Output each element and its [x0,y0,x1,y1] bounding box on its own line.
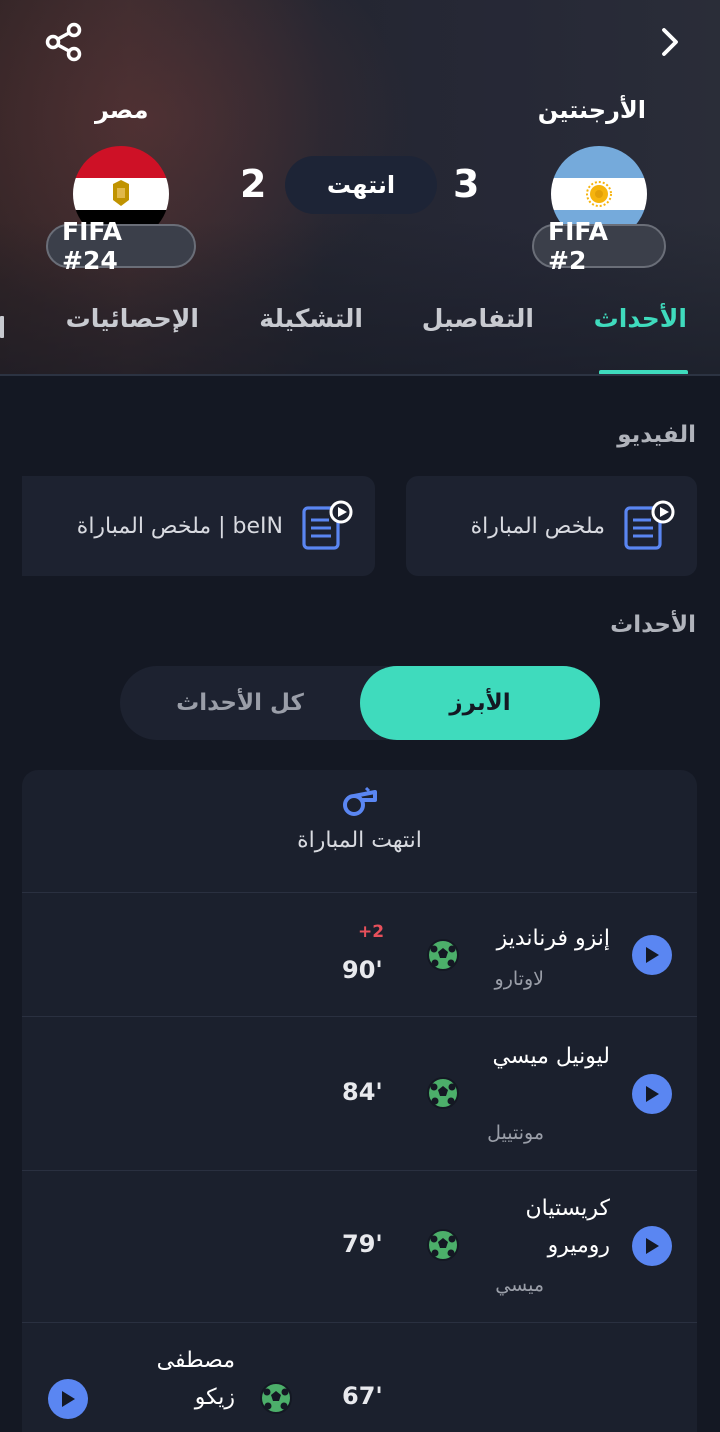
toggle-highlights[interactable]: الأبرز [360,666,600,740]
video-card-label: ملخص المباراة [470,513,605,539]
tab-events[interactable]: الأحداث [594,304,687,333]
match-end-label: انتهت المباراة [297,828,422,853]
events-section-title: الأحداث [610,612,696,638]
tab-divider [0,374,720,376]
play-icon [646,1086,659,1102]
event-player-name[interactable]: مصطفى زيكو [125,1342,235,1416]
football-icon [427,1229,459,1261]
play-icon [62,1391,75,1407]
football-icon [427,1077,459,1109]
event-player-name[interactable]: إنزو فرنانديز [450,920,610,957]
back-button[interactable] [650,22,690,62]
video-card-label: ملخص المباراة | beIN [76,513,283,539]
match-tabs: الأحداث التفاصيل التشكيلة الإحصائيات [0,286,720,376]
events-list-panel: انتهت المباراة إنزو فرنانديز لاوتارو +2 … [22,770,697,1432]
whistle-icon [343,786,377,816]
tab-lineup[interactable]: التشكيلة [259,304,363,333]
event-minute: 67' [342,1382,383,1410]
share-icon [45,22,82,62]
video-card-bein-summary[interactable]: ملخص المباراة | beIN [22,476,375,576]
event-player-name[interactable]: كريستيان روميرو [480,1190,611,1264]
row-divider [22,1170,697,1171]
toggle-all-events[interactable]: كل الأحداث [120,666,360,740]
row-divider [22,1322,697,1323]
event-minute: 84' [342,1078,383,1106]
video-doc-icon [302,500,353,550]
play-event-video-button[interactable] [632,1226,672,1266]
match-status-badge: انتهت [285,156,437,214]
play-event-video-button[interactable] [48,1379,88,1419]
events-filter-toggle: كل الأحداث الأبرز [120,666,600,740]
away-score: 2 [240,162,267,206]
video-section-title: الفيديو [617,422,696,448]
event-assist-name: لاوتارو [494,968,544,990]
video-doc-icon [624,500,675,550]
chevron-right-icon [662,28,678,56]
row-divider [22,1016,697,1017]
home-fifa-rank-badge: FIFA #2 [532,217,666,275]
share-button[interactable] [42,20,86,64]
tab-overflow-edge [0,316,4,338]
event-minute: 79' [342,1230,383,1258]
video-card-summary[interactable]: ملخص المباراة [406,476,697,576]
play-event-video-button[interactable] [632,935,672,975]
extra-time-label: +2 [358,922,385,942]
away-fifa-rank-badge: FIFA #24 [46,217,196,275]
football-icon [260,1382,292,1414]
home-score: 3 [453,162,480,206]
event-assist-name: مونتييل [487,1122,544,1144]
away-team-name[interactable]: مصر [95,96,148,124]
tab-details[interactable]: التفاصيل [422,304,534,333]
play-icon [646,1238,659,1254]
event-minute: 90' [342,956,383,984]
play-icon [646,947,659,963]
football-icon [427,939,459,971]
row-divider [22,892,697,893]
play-event-video-button[interactable] [632,1074,672,1114]
event-player-name[interactable]: ليونيل ميسي [490,1038,610,1075]
event-assist-name: ميسي [495,1274,544,1296]
home-team-name[interactable]: الأرجنتين [538,96,646,124]
tab-statistics[interactable]: الإحصائيات [66,304,199,333]
